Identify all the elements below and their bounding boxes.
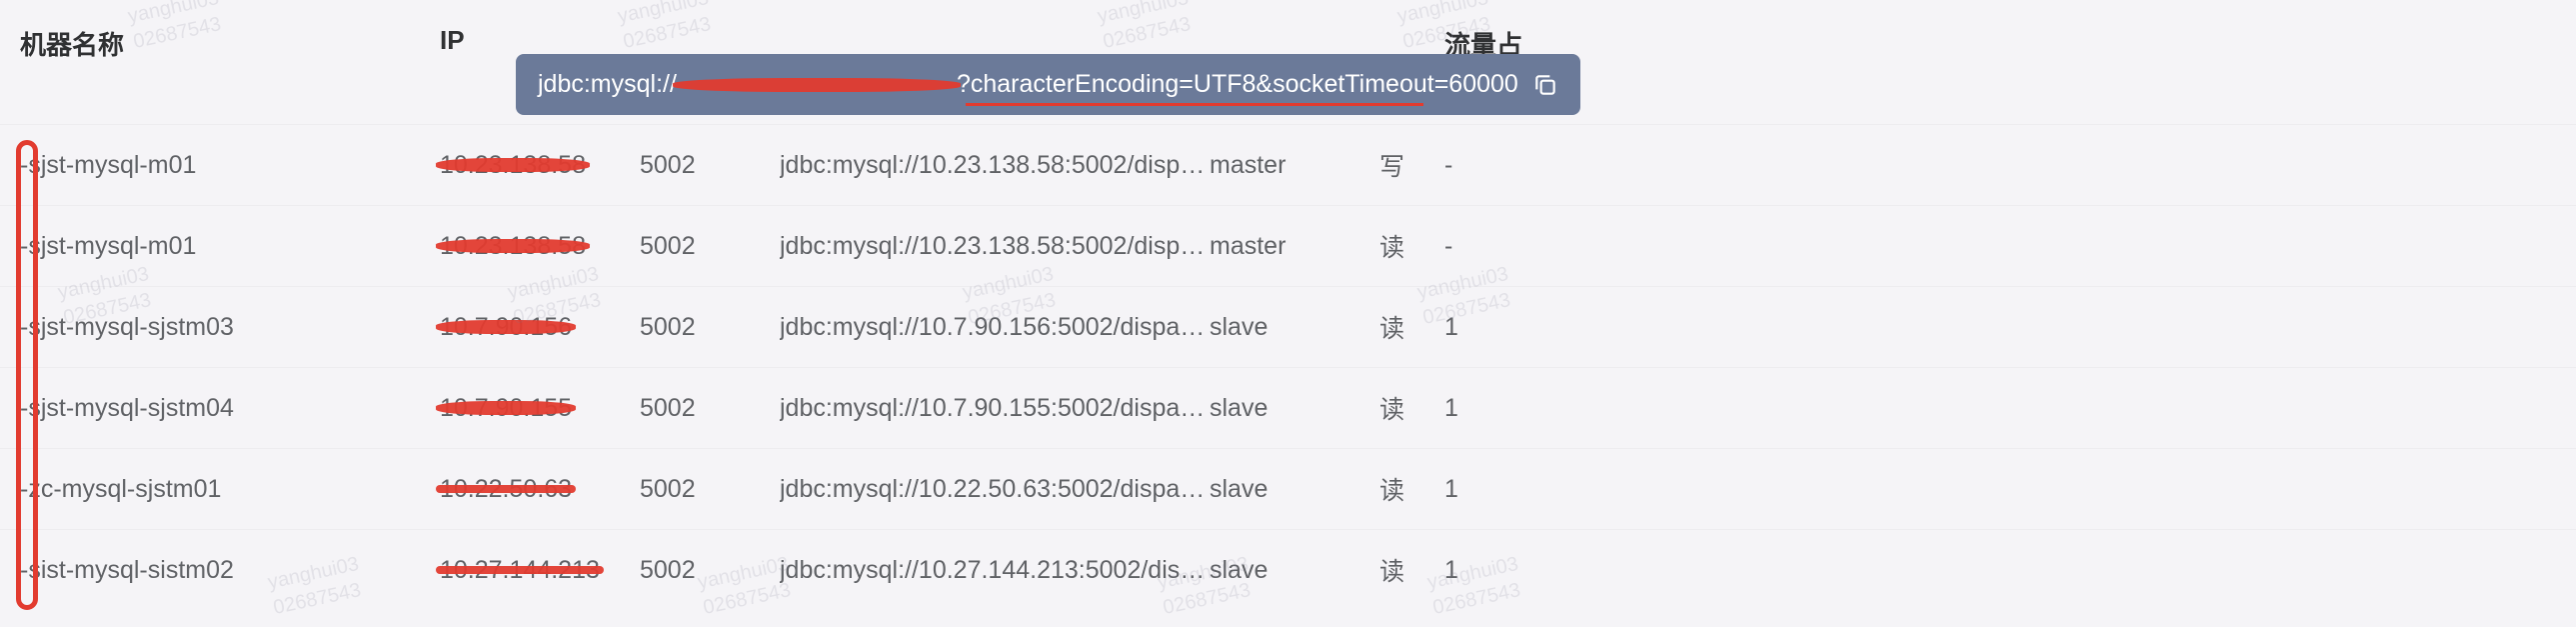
cell-role: slave — [1210, 475, 1339, 504]
cell-machine-name: -sjst-mysql-sjstm04 — [20, 394, 440, 423]
cell-url: jdbc:mysql://10.7.90.155:5002/dispatch_c… — [780, 394, 1210, 423]
cell-port: 5002 — [640, 232, 780, 261]
cell-url: jdbc:mysql://10.22.50.63:5002/dispatch_c… — [780, 475, 1210, 504]
cell-rw: 写 — [1339, 147, 1444, 183]
cell-role: slave — [1210, 313, 1339, 342]
cell-ratio: 1 — [1444, 556, 1544, 585]
cell-port: 5002 — [640, 394, 780, 423]
cell-role: master — [1210, 232, 1339, 261]
cell-ip: 10.7.90.155 — [440, 394, 640, 423]
cell-ratio: 1 — [1444, 475, 1544, 504]
table-row[interactable]: -sjst-mysql-m01 10.23.138.58 5002 jdbc:m… — [0, 124, 2576, 205]
tooltip-redacted — [677, 70, 957, 99]
cell-port: 5002 — [640, 475, 780, 504]
cell-machine-name: -zc-mysql-sjstm01 — [20, 475, 440, 504]
table-row[interactable]: -sjst-mysql-sjstm03 10.7.90.156 5002 jdb… — [0, 286, 2576, 367]
cell-ratio: 1 — [1444, 394, 1544, 423]
annotation-underline — [966, 103, 1423, 106]
cell-port: 5002 — [640, 313, 780, 342]
table-row[interactable]: -sist-mysql-sistm02 10.27.144.213 5002 j… — [0, 529, 2576, 610]
cell-ratio: - — [1444, 232, 1544, 261]
cell-machine-name: -sjst-mysql-m01 — [20, 232, 440, 261]
cell-ratio: - — [1444, 151, 1544, 180]
header-machine-name: 机器名称 — [20, 25, 440, 99]
annotation-vertical-bracket — [16, 140, 38, 610]
cell-url: jdbc:mysql://10.23.138.58:5002/dispatch_… — [780, 151, 1210, 180]
table-row[interactable]: -sjst-mysql-m01 10.23.138.58 5002 jdbc:m… — [0, 205, 2576, 286]
copy-icon[interactable] — [1532, 72, 1558, 98]
cell-port: 5002 — [640, 556, 780, 585]
table-row[interactable]: -sjst-mysql-sjstm04 10.7.90.155 5002 jdb… — [0, 367, 2576, 448]
cell-ip: 10.22.50.63 — [440, 475, 640, 504]
cell-role: slave — [1210, 394, 1339, 423]
cell-url: jdbc:mysql://10.23.138.58:5002/dispatch_… — [780, 232, 1210, 261]
cell-rw: 读 — [1339, 390, 1444, 426]
cell-rw: 读 — [1339, 309, 1444, 345]
cell-machine-name: -sist-mysql-sistm02 — [20, 556, 440, 585]
cell-machine-name: -sjst-mysql-m01 — [20, 151, 440, 180]
cell-port: 5002 — [640, 151, 780, 180]
cell-url: jdbc:mysql://10.27.144.213:5002/dispatch… — [780, 556, 1210, 585]
table-row[interactable]: -zc-mysql-sjstm01 10.22.50.63 5002 jdbc:… — [0, 448, 2576, 529]
cell-rw: 读 — [1339, 552, 1444, 588]
cell-ip: 10.7.90.156 — [440, 313, 640, 342]
cell-ip: 10.23.138.58 — [440, 232, 640, 261]
tooltip-text: jdbc:mysql:// ?characterEncoding=UTF8&so… — [538, 70, 1518, 99]
cell-machine-name: -sjst-mysql-sjstm03 — [20, 313, 440, 342]
cell-ratio: 1 — [1444, 313, 1544, 342]
cell-ip: 10.27.144.213 — [440, 556, 640, 585]
cell-role: slave — [1210, 556, 1339, 585]
cell-url: jdbc:mysql://10.7.90.156:5002/dispatch_c… — [780, 313, 1210, 342]
cell-ip: 10.23.138.58 — [440, 151, 640, 180]
cell-role: master — [1210, 151, 1339, 180]
cell-rw: 读 — [1339, 471, 1444, 507]
cell-rw: 读 — [1339, 228, 1444, 264]
